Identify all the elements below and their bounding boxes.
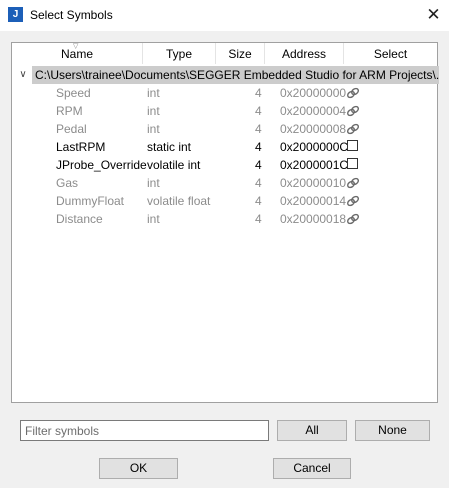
table-row[interactable]: DummyFloat volatile float 4 0x20000014 [12, 192, 437, 210]
symbol-name: RPM [56, 104, 83, 118]
title-bar: J Select Symbols ✕ [0, 0, 449, 31]
symbol-size: 4 [255, 158, 262, 172]
column-label-type: Type [165, 47, 192, 61]
symbol-type: static int [147, 140, 192, 154]
column-header-address[interactable]: Address [265, 43, 344, 64]
link-icon [346, 104, 360, 118]
column-header-type[interactable]: Type [143, 43, 216, 64]
app-icon: J [8, 7, 23, 22]
symbol-address: 0x20000000 [280, 86, 347, 100]
symbol-name: DummyFloat [56, 194, 125, 208]
symbol-type: int [147, 104, 160, 118]
symbol-size: 4 [255, 140, 262, 154]
window-title: Select Symbols [30, 8, 113, 22]
checkbox-box[interactable] [347, 158, 358, 169]
chevron-down-icon[interactable]: ∨ [16, 67, 30, 83]
column-header-name[interactable]: ▽ Name [12, 43, 143, 64]
project-path: C:\Users\trainee\Documents\SEGGER Embedd… [32, 66, 439, 84]
column-header-size[interactable]: Size [216, 43, 265, 64]
symbol-address: 0x2000001C [280, 158, 349, 172]
symbol-type: volatile float [147, 194, 211, 208]
filter-symbols-input[interactable] [20, 420, 269, 441]
checkbox-box[interactable] [347, 140, 358, 151]
link-icon [346, 212, 360, 226]
table-row[interactable]: Pedal int 4 0x20000008 [12, 120, 437, 138]
table-row[interactable]: Distance int 4 0x20000018 [12, 210, 437, 228]
symbol-type: volatile int [147, 158, 201, 172]
tree-root-row[interactable]: ∨ C:\Users\trainee\Documents\SEGGER Embe… [16, 66, 439, 84]
symbol-address: 0x20000018 [280, 212, 347, 226]
table-row[interactable]: Speed int 4 0x20000000 [12, 84, 437, 102]
table-row[interactable]: Gas int 4 0x20000010 [12, 174, 437, 192]
symbol-type: int [147, 122, 160, 136]
select-all-button[interactable]: All [277, 420, 347, 441]
symbol-address: 0x2000000C [280, 140, 349, 154]
symbol-name: Pedal [56, 122, 87, 136]
symbol-address: 0x20000004 [280, 104, 347, 118]
link-icon [346, 176, 360, 190]
link-icon [346, 86, 360, 100]
table-row[interactable]: RPM int 4 0x20000004 [12, 102, 437, 120]
symbol-name: LastRPM [56, 140, 106, 154]
table-row[interactable]: LastRPM static int 4 0x2000000C [12, 138, 437, 156]
column-header-select[interactable]: Select [344, 43, 437, 64]
symbol-address: 0x20000010 [280, 176, 347, 190]
symbol-size: 4 [255, 194, 262, 208]
close-icon: ✕ [426, 5, 441, 24]
symbol-address: 0x20000008 [280, 122, 347, 136]
close-button[interactable]: ✕ [418, 0, 449, 31]
symbol-size: 4 [255, 104, 262, 118]
select-checkbox[interactable] [346, 158, 360, 172]
symbol-size: 4 [255, 176, 262, 190]
symbol-tree[interactable]: ▽ Name Type Size Address Select ∨ C:\Use… [11, 42, 439, 403]
symbol-type: int [147, 212, 160, 226]
column-label-select: Select [373, 47, 408, 61]
column-label-size: Size [228, 47, 252, 61]
sort-indicator-icon: ▽ [73, 43, 79, 50]
symbol-type: int [147, 176, 160, 190]
column-header: ▽ Name Type Size Address Select [12, 43, 437, 65]
table-row[interactable]: JProbe_Override volatile int 4 0x2000001C [12, 156, 437, 174]
link-icon [346, 122, 360, 136]
symbol-size: 4 [255, 86, 262, 100]
select-none-button[interactable]: None [355, 420, 430, 441]
link-icon [346, 194, 360, 208]
symbol-name: JProbe_Override [56, 158, 147, 172]
symbol-address: 0x20000014 [280, 194, 347, 208]
symbol-size: 4 [255, 212, 262, 226]
symbol-name: Gas [56, 176, 79, 190]
column-label-address: Address [281, 47, 327, 61]
symbol-name: Speed [56, 86, 91, 100]
symbol-size: 4 [255, 122, 262, 136]
cancel-button[interactable]: Cancel [273, 458, 351, 479]
symbol-name: Distance [56, 212, 103, 226]
symbol-type: int [147, 86, 160, 100]
ok-button[interactable]: OK [99, 458, 178, 479]
select-checkbox[interactable] [346, 140, 360, 154]
